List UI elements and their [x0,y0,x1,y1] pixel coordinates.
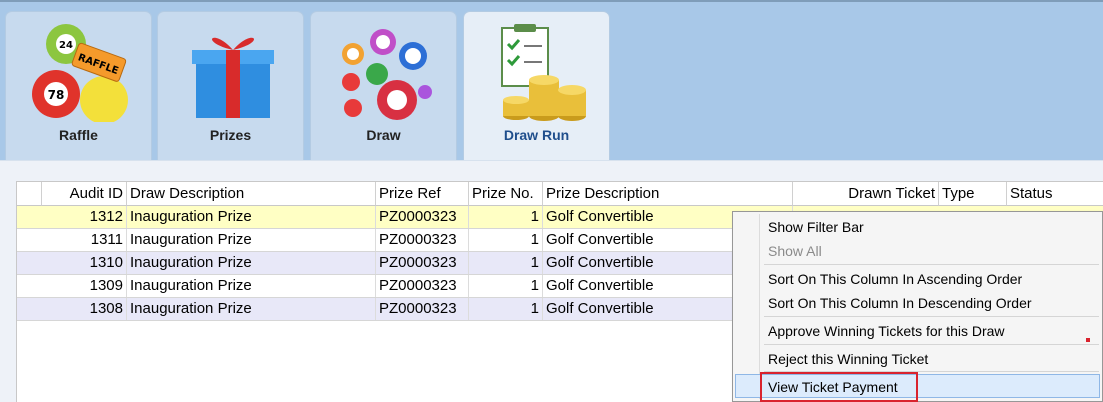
svg-text:78: 78 [48,88,65,102]
cell-draw-description: Inauguration Prize [127,229,376,251]
cell-prize-no: 1 [469,275,543,297]
cell-draw-description: Inauguration Prize [127,275,376,297]
menu-separator [764,344,1099,345]
cell-audit-id: 1309 [42,275,127,297]
cell-prize-no: 1 [469,252,543,274]
tab-draw-run-label: Draw Run [503,127,570,143]
header-prize-description[interactable]: Prize Description [543,182,793,206]
header-audit-id[interactable]: Audit ID [42,182,127,206]
cell-draw-description: Inauguration Prize [127,298,376,320]
tab-draw-label: Draw [366,127,401,143]
menu-separator [764,316,1099,317]
header-type[interactable]: Type [939,182,1007,206]
cell-prize-ref: PZ0000323 [376,206,469,228]
cell-audit-id: 1308 [42,298,127,320]
cell-audit-id: 1312 [42,206,127,228]
cell-audit-id: 1310 [42,252,127,274]
ribbon: 24 78 RAFFLE Raffle Prizes Draw Draw Run [0,0,1103,164]
tab-draw[interactable]: Draw [310,11,457,161]
cell-prize-ref: PZ0000323 [376,229,469,251]
header-draw-description[interactable]: Draw Description [127,182,376,206]
menu-item-approve-winning-tickets[interactable]: Approve Winning Tickets for this Draw [768,320,1005,342]
annotation-highlight-box [760,372,918,402]
tab-raffle-label: Raffle [59,127,98,143]
lottery-balls-icon [342,29,432,120]
tab-prizes[interactable]: Prizes [157,11,304,161]
cell-draw-description: Inauguration Prize [127,252,376,274]
cell-audit-id: 1311 [42,229,127,251]
header-prize-no[interactable]: Prize No. [469,182,543,206]
header-drawn-ticket[interactable]: Drawn Ticket [793,182,939,206]
checklist-coins-icon [501,24,586,121]
menu-item-sort-descending[interactable]: Sort On This Column In Descending Order [768,292,1032,314]
cell-prize-no: 1 [469,206,543,228]
tab-draw-run[interactable]: Draw Run [463,11,610,164]
header-status[interactable]: Status [1007,182,1103,206]
cell-prize-no: 1 [469,298,543,320]
cell-draw-description: Inauguration Prize [127,206,376,228]
row-indicator-header [17,182,42,206]
cell-prize-no: 1 [469,229,543,251]
cell-prize-ref: PZ0000323 [376,252,469,274]
menu-item-show-all: Show All [768,243,822,259]
menu-item-reject-winning-ticket[interactable]: Reject this Winning Ticket [768,348,928,370]
raffle-balls-icon: 24 78 RAFFLE [32,24,128,122]
menu-item-sort-ascending[interactable]: Sort On This Column In Ascending Order [768,268,1022,290]
annotation-dot [1086,338,1090,342]
svg-text:24: 24 [59,40,73,51]
cell-prize-ref: PZ0000323 [376,298,469,320]
tab-prizes-label: Prizes [209,127,252,143]
menu-separator [764,264,1099,265]
tab-raffle[interactable]: 24 78 RAFFLE Raffle [5,11,152,161]
cell-prize-ref: PZ0000323 [376,275,469,297]
header-prize-ref[interactable]: Prize Ref [376,182,469,206]
menu-item-show-filter-bar[interactable]: Show Filter Bar [768,216,864,238]
gift-box-icon [192,37,274,118]
